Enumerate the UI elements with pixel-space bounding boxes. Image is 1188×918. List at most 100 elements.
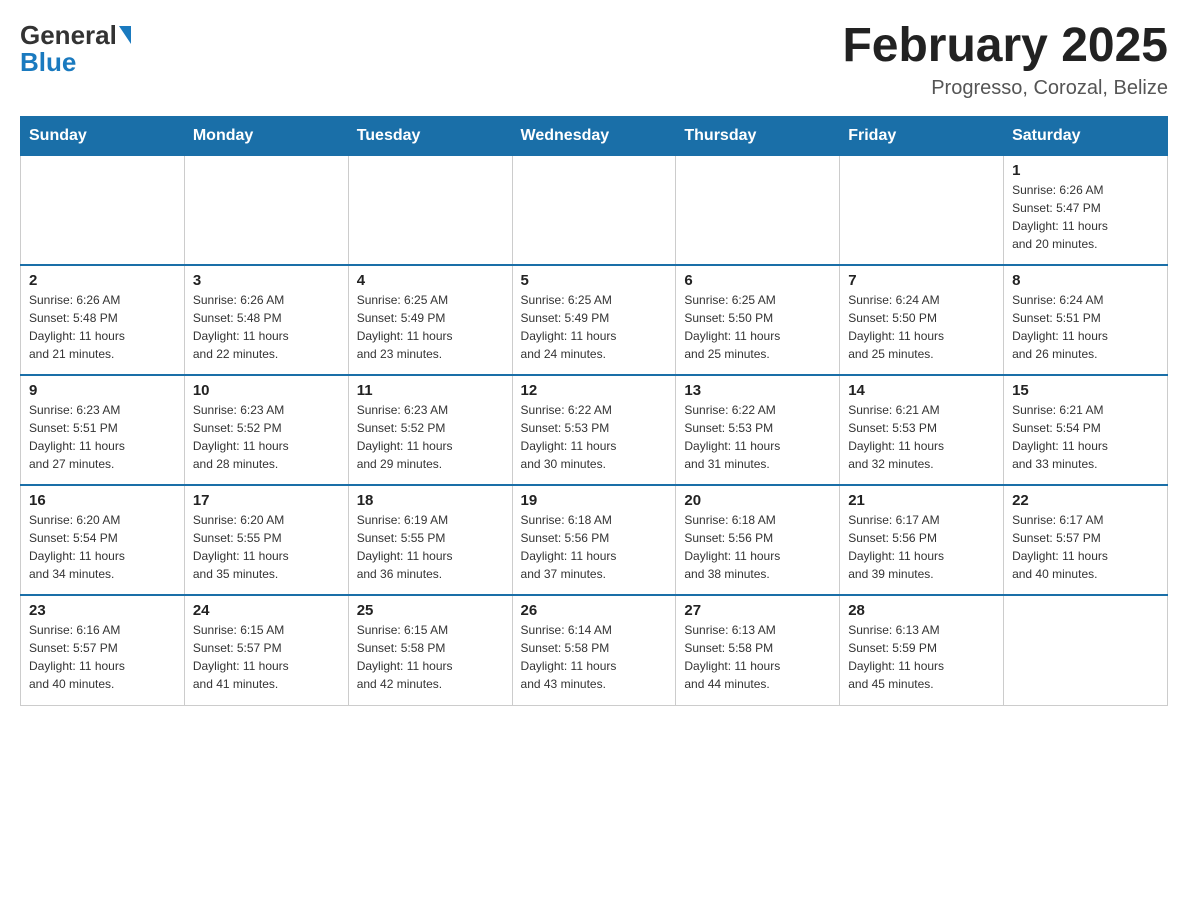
calendar-cell: 10 Sunrise: 6:23 AM Sunset: 5:52 PM Dayli…	[184, 375, 348, 485]
day-number: 11	[357, 382, 504, 399]
day-number: 15	[1012, 382, 1159, 399]
day-number: 27	[684, 602, 831, 619]
calendar-cell: 22 Sunrise: 6:17 AM Sunset: 5:57 PM Dayli…	[1004, 485, 1168, 595]
month-title: February 2025	[842, 20, 1168, 73]
calendar-week-2: 2 Sunrise: 6:26 AM Sunset: 5:48 PM Daylig…	[21, 265, 1168, 375]
day-number: 5	[521, 272, 668, 289]
calendar-cell: 16 Sunrise: 6:20 AM Sunset: 5:54 PM Dayli…	[21, 485, 185, 595]
calendar-cell: 9 Sunrise: 6:23 AM Sunset: 5:51 PM Daylig…	[21, 375, 185, 485]
calendar-cell	[1004, 595, 1168, 705]
calendar-cell: 12 Sunrise: 6:22 AM Sunset: 5:53 PM Dayli…	[512, 375, 676, 485]
day-info: Sunrise: 6:21 AM Sunset: 5:53 PM Dayligh…	[848, 401, 995, 473]
day-number: 24	[193, 602, 340, 619]
calendar-cell: 15Sunrise: 6:21 AM Sunset: 5:54 PM Dayli…	[1004, 375, 1168, 485]
calendar-cell: 18 Sunrise: 6:19 AM Sunset: 5:55 PM Dayli…	[348, 485, 512, 595]
calendar-cell: 6Sunrise: 6:25 AM Sunset: 5:50 PM Daylig…	[676, 265, 840, 375]
calendar-cell: 3 Sunrise: 6:26 AM Sunset: 5:48 PM Daylig…	[184, 265, 348, 375]
day-number: 26	[521, 602, 668, 619]
calendar-cell	[512, 155, 676, 265]
calendar-cell: 25 Sunrise: 6:15 AM Sunset: 5:58 PM Dayli…	[348, 595, 512, 705]
calendar-cell: 4 Sunrise: 6:25 AM Sunset: 5:49 PM Daylig…	[348, 265, 512, 375]
day-info: Sunrise: 6:24 AM Sunset: 5:50 PM Dayligh…	[848, 291, 995, 363]
calendar-header-sunday: Sunday	[21, 116, 185, 155]
calendar-cell: 21 Sunrise: 6:17 AM Sunset: 5:56 PM Dayli…	[840, 485, 1004, 595]
calendar-cell	[348, 155, 512, 265]
calendar-cell: 13Sunrise: 6:22 AM Sunset: 5:53 PM Dayli…	[676, 375, 840, 485]
calendar-cell: 19 Sunrise: 6:18 AM Sunset: 5:56 PM Dayli…	[512, 485, 676, 595]
calendar-week-3: 9 Sunrise: 6:23 AM Sunset: 5:51 PM Daylig…	[21, 375, 1168, 485]
day-info: Sunrise: 6:24 AM Sunset: 5:51 PM Dayligh…	[1012, 291, 1159, 363]
location-title: Progresso, Corozal, Belize	[842, 77, 1168, 100]
day-number: 16	[29, 492, 176, 509]
day-info: Sunrise: 6:26 AM Sunset: 5:47 PM Dayligh…	[1012, 181, 1159, 253]
day-number: 20	[684, 492, 831, 509]
day-number: 18	[357, 492, 504, 509]
calendar-header-saturday: Saturday	[1004, 116, 1168, 155]
calendar-cell: 26 Sunrise: 6:14 AM Sunset: 5:58 PM Dayli…	[512, 595, 676, 705]
calendar-cell: 1 Sunrise: 6:26 AM Sunset: 5:47 PM Daylig…	[1004, 155, 1168, 265]
calendar-cell	[21, 155, 185, 265]
day-number: 12	[521, 382, 668, 399]
calendar-header-tuesday: Tuesday	[348, 116, 512, 155]
calendar-cell: 11 Sunrise: 6:23 AM Sunset: 5:52 PM Dayli…	[348, 375, 512, 485]
day-number: 23	[29, 602, 176, 619]
day-info: Sunrise: 6:25 AM Sunset: 5:49 PM Dayligh…	[521, 291, 668, 363]
day-info: Sunrise: 6:15 AM Sunset: 5:58 PM Dayligh…	[357, 621, 504, 693]
day-number: 14	[848, 382, 995, 399]
day-info: Sunrise: 6:23 AM Sunset: 5:51 PM Dayligh…	[29, 401, 176, 473]
calendar-header-row: SundayMondayTuesdayWednesdayThursdayFrid…	[21, 116, 1168, 155]
day-number: 1	[1012, 162, 1159, 179]
calendar-cell: 5 Sunrise: 6:25 AM Sunset: 5:49 PM Daylig…	[512, 265, 676, 375]
calendar-week-1: 1 Sunrise: 6:26 AM Sunset: 5:47 PM Daylig…	[21, 155, 1168, 265]
day-info: Sunrise: 6:26 AM Sunset: 5:48 PM Dayligh…	[29, 291, 176, 363]
day-info: Sunrise: 6:17 AM Sunset: 5:57 PM Dayligh…	[1012, 511, 1159, 583]
day-info: Sunrise: 6:19 AM Sunset: 5:55 PM Dayligh…	[357, 511, 504, 583]
calendar-header-friday: Friday	[840, 116, 1004, 155]
calendar-cell	[840, 155, 1004, 265]
day-number: 10	[193, 382, 340, 399]
day-number: 28	[848, 602, 995, 619]
calendar-week-4: 16 Sunrise: 6:20 AM Sunset: 5:54 PM Dayli…	[21, 485, 1168, 595]
day-number: 19	[521, 492, 668, 509]
calendar-header-monday: Monday	[184, 116, 348, 155]
day-info: Sunrise: 6:20 AM Sunset: 5:54 PM Dayligh…	[29, 511, 176, 583]
calendar-cell: 8 Sunrise: 6:24 AM Sunset: 5:51 PM Daylig…	[1004, 265, 1168, 375]
day-info: Sunrise: 6:14 AM Sunset: 5:58 PM Dayligh…	[521, 621, 668, 693]
calendar-cell: 23 Sunrise: 6:16 AM Sunset: 5:57 PM Dayli…	[21, 595, 185, 705]
day-info: Sunrise: 6:20 AM Sunset: 5:55 PM Dayligh…	[193, 511, 340, 583]
day-info: Sunrise: 6:13 AM Sunset: 5:58 PM Dayligh…	[684, 621, 831, 693]
day-number: 22	[1012, 492, 1159, 509]
day-info: Sunrise: 6:17 AM Sunset: 5:56 PM Dayligh…	[848, 511, 995, 583]
calendar-cell: 28Sunrise: 6:13 AM Sunset: 5:59 PM Dayli…	[840, 595, 1004, 705]
day-number: 8	[1012, 272, 1159, 289]
calendar-week-5: 23 Sunrise: 6:16 AM Sunset: 5:57 PM Dayli…	[21, 595, 1168, 705]
page-header: General Blue February 2025 Progresso, Co…	[20, 20, 1168, 100]
day-number: 2	[29, 272, 176, 289]
calendar-header-wednesday: Wednesday	[512, 116, 676, 155]
day-number: 25	[357, 602, 504, 619]
calendar-cell	[676, 155, 840, 265]
calendar-cell	[184, 155, 348, 265]
calendar-cell: 20Sunrise: 6:18 AM Sunset: 5:56 PM Dayli…	[676, 485, 840, 595]
day-number: 3	[193, 272, 340, 289]
calendar-cell: 2 Sunrise: 6:26 AM Sunset: 5:48 PM Daylig…	[21, 265, 185, 375]
logo: General Blue	[20, 20, 131, 78]
day-number: 9	[29, 382, 176, 399]
day-info: Sunrise: 6:18 AM Sunset: 5:56 PM Dayligh…	[521, 511, 668, 583]
calendar-cell: 17Sunrise: 6:20 AM Sunset: 5:55 PM Dayli…	[184, 485, 348, 595]
day-info: Sunrise: 6:23 AM Sunset: 5:52 PM Dayligh…	[357, 401, 504, 473]
day-info: Sunrise: 6:22 AM Sunset: 5:53 PM Dayligh…	[521, 401, 668, 473]
day-info: Sunrise: 6:16 AM Sunset: 5:57 PM Dayligh…	[29, 621, 176, 693]
day-number: 21	[848, 492, 995, 509]
day-number: 4	[357, 272, 504, 289]
day-number: 6	[684, 272, 831, 289]
day-info: Sunrise: 6:23 AM Sunset: 5:52 PM Dayligh…	[193, 401, 340, 473]
day-info: Sunrise: 6:15 AM Sunset: 5:57 PM Dayligh…	[193, 621, 340, 693]
day-info: Sunrise: 6:25 AM Sunset: 5:49 PM Dayligh…	[357, 291, 504, 363]
day-number: 13	[684, 382, 831, 399]
calendar-cell: 7Sunrise: 6:24 AM Sunset: 5:50 PM Daylig…	[840, 265, 1004, 375]
title-block: February 2025 Progresso, Corozal, Belize	[842, 20, 1168, 100]
logo-blue: Blue	[20, 47, 76, 78]
calendar-cell: 14 Sunrise: 6:21 AM Sunset: 5:53 PM Dayli…	[840, 375, 1004, 485]
day-info: Sunrise: 6:26 AM Sunset: 5:48 PM Dayligh…	[193, 291, 340, 363]
